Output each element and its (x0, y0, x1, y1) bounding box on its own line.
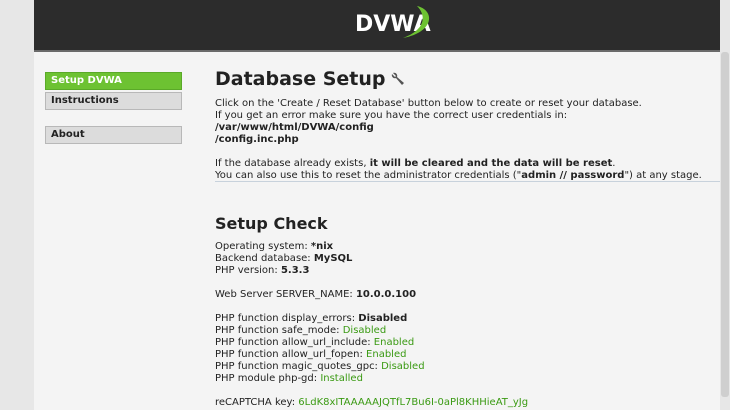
main-content: Database Setup Click on the 'Create / Re… (215, 66, 720, 409)
php-function-value: Installed (320, 373, 363, 384)
php-function-value: Disabled (358, 313, 408, 324)
menu-item-instructions[interactable]: Instructions (45, 92, 182, 110)
php-function-label: PHP function display_errors: (215, 313, 359, 324)
intro-line-3-bold: it will be cleared and the data will be … (369, 158, 613, 169)
menu-item-about[interactable]: About (45, 126, 182, 144)
system-row: Backend database: MySQL (215, 253, 720, 265)
system-row: PHP version: 5.3.3 (215, 265, 720, 277)
intro-line-2b: /config.inc.php (215, 134, 720, 146)
logo-text: DVWA (355, 12, 431, 37)
recaptcha-row: reCAPTCHA key: 6LdK8xITAAAAAJQTfL7Bu6I-0… (215, 397, 720, 409)
intro-line-3: If the database already exists, it will … (215, 158, 720, 170)
php-function-value: Enabled (373, 337, 415, 348)
php-function-row: PHP function allow_url_fopen: Enabled (215, 349, 720, 361)
recaptcha-label: reCAPTCHA key: (215, 397, 299, 408)
scrollbar-thumb[interactable] (721, 52, 729, 397)
php-function-row: PHP function display_errors: Disabled (215, 313, 720, 325)
system-value: *nix (310, 241, 334, 252)
system-value: 5.3.3 (280, 265, 310, 276)
intro-line-4-prefix: You can also use this to reset the admin… (215, 170, 522, 181)
page-title-text: Database Setup (215, 68, 386, 90)
intro-line-1: Click on the 'Create / Reset Database' b… (215, 98, 642, 109)
system-row: Operating system: *nix (215, 241, 720, 253)
php-function-label: PHP function safe_mode: (215, 325, 343, 336)
system-label: PHP version: (215, 265, 281, 276)
intro-line-4-suffix: ") at any stage. (624, 170, 702, 181)
php-function-label: PHP function allow_url_fopen: (215, 349, 367, 360)
dvwa-logo: DVWA (355, 6, 431, 38)
php-function-label: PHP module php-gd: (215, 373, 321, 384)
php-function-row: PHP module php-gd: Installed (215, 373, 720, 385)
setup-check-title: Setup Check (215, 214, 328, 233)
php-function-value: Disabled (381, 361, 425, 372)
intro-line-4-bold: admin // password (521, 170, 625, 181)
server-name-value: 10.0.0.100 (355, 289, 417, 300)
vertical-scrollbar[interactable] (720, 52, 730, 410)
recaptcha-value: 6LdK8xITAAAAAJQTfL7Bu6I-0aPl8KHHieAT_yJg (298, 397, 529, 408)
server-name-label: Web Server SERVER_NAME: (215, 289, 356, 300)
system-label: Backend database: (215, 253, 314, 264)
section-divider (215, 181, 720, 182)
intro-line-2-text: If you get an error make sure you have t… (215, 110, 568, 121)
intro-line-3-prefix: If the database already exists, (215, 158, 370, 169)
header-bar: DVWA (34, 0, 720, 52)
menu-item-setup-dvwa[interactable]: Setup DVWA (45, 72, 182, 90)
server-name-row: Web Server SERVER_NAME: 10.0.0.100 (215, 289, 720, 301)
side-menu: Setup DVWA Instructions About (45, 72, 182, 146)
system-value: MySQL (313, 253, 353, 264)
page-title: Database Setup (215, 66, 720, 92)
config-path-b: /config.inc.php (215, 134, 299, 145)
php-function-row: PHP function magic_quotes_gpc: Disabled (215, 361, 720, 373)
config-path-a: /var/www/html/DVWA/config (215, 122, 374, 133)
content-area: Setup DVWA Instructions About Database S… (34, 52, 720, 410)
php-function-value: Enabled (366, 349, 407, 360)
menu-spacer (45, 112, 182, 126)
php-function-label: PHP function magic_quotes_gpc: (215, 361, 382, 372)
intro-line-2: If you get an error make sure you have t… (215, 110, 720, 134)
php-function-row: PHP function safe_mode: Disabled (215, 325, 720, 337)
intro-line-3-suffix: . (612, 158, 616, 169)
system-label: Operating system: (215, 241, 311, 252)
php-function-value: Disabled (342, 325, 387, 336)
wrench-icon (391, 72, 404, 85)
page-margin-left (0, 0, 34, 410)
php-function-label: PHP function allow_url_include: (215, 337, 374, 348)
php-function-row: PHP function allow_url_include: Enabled (215, 337, 720, 349)
